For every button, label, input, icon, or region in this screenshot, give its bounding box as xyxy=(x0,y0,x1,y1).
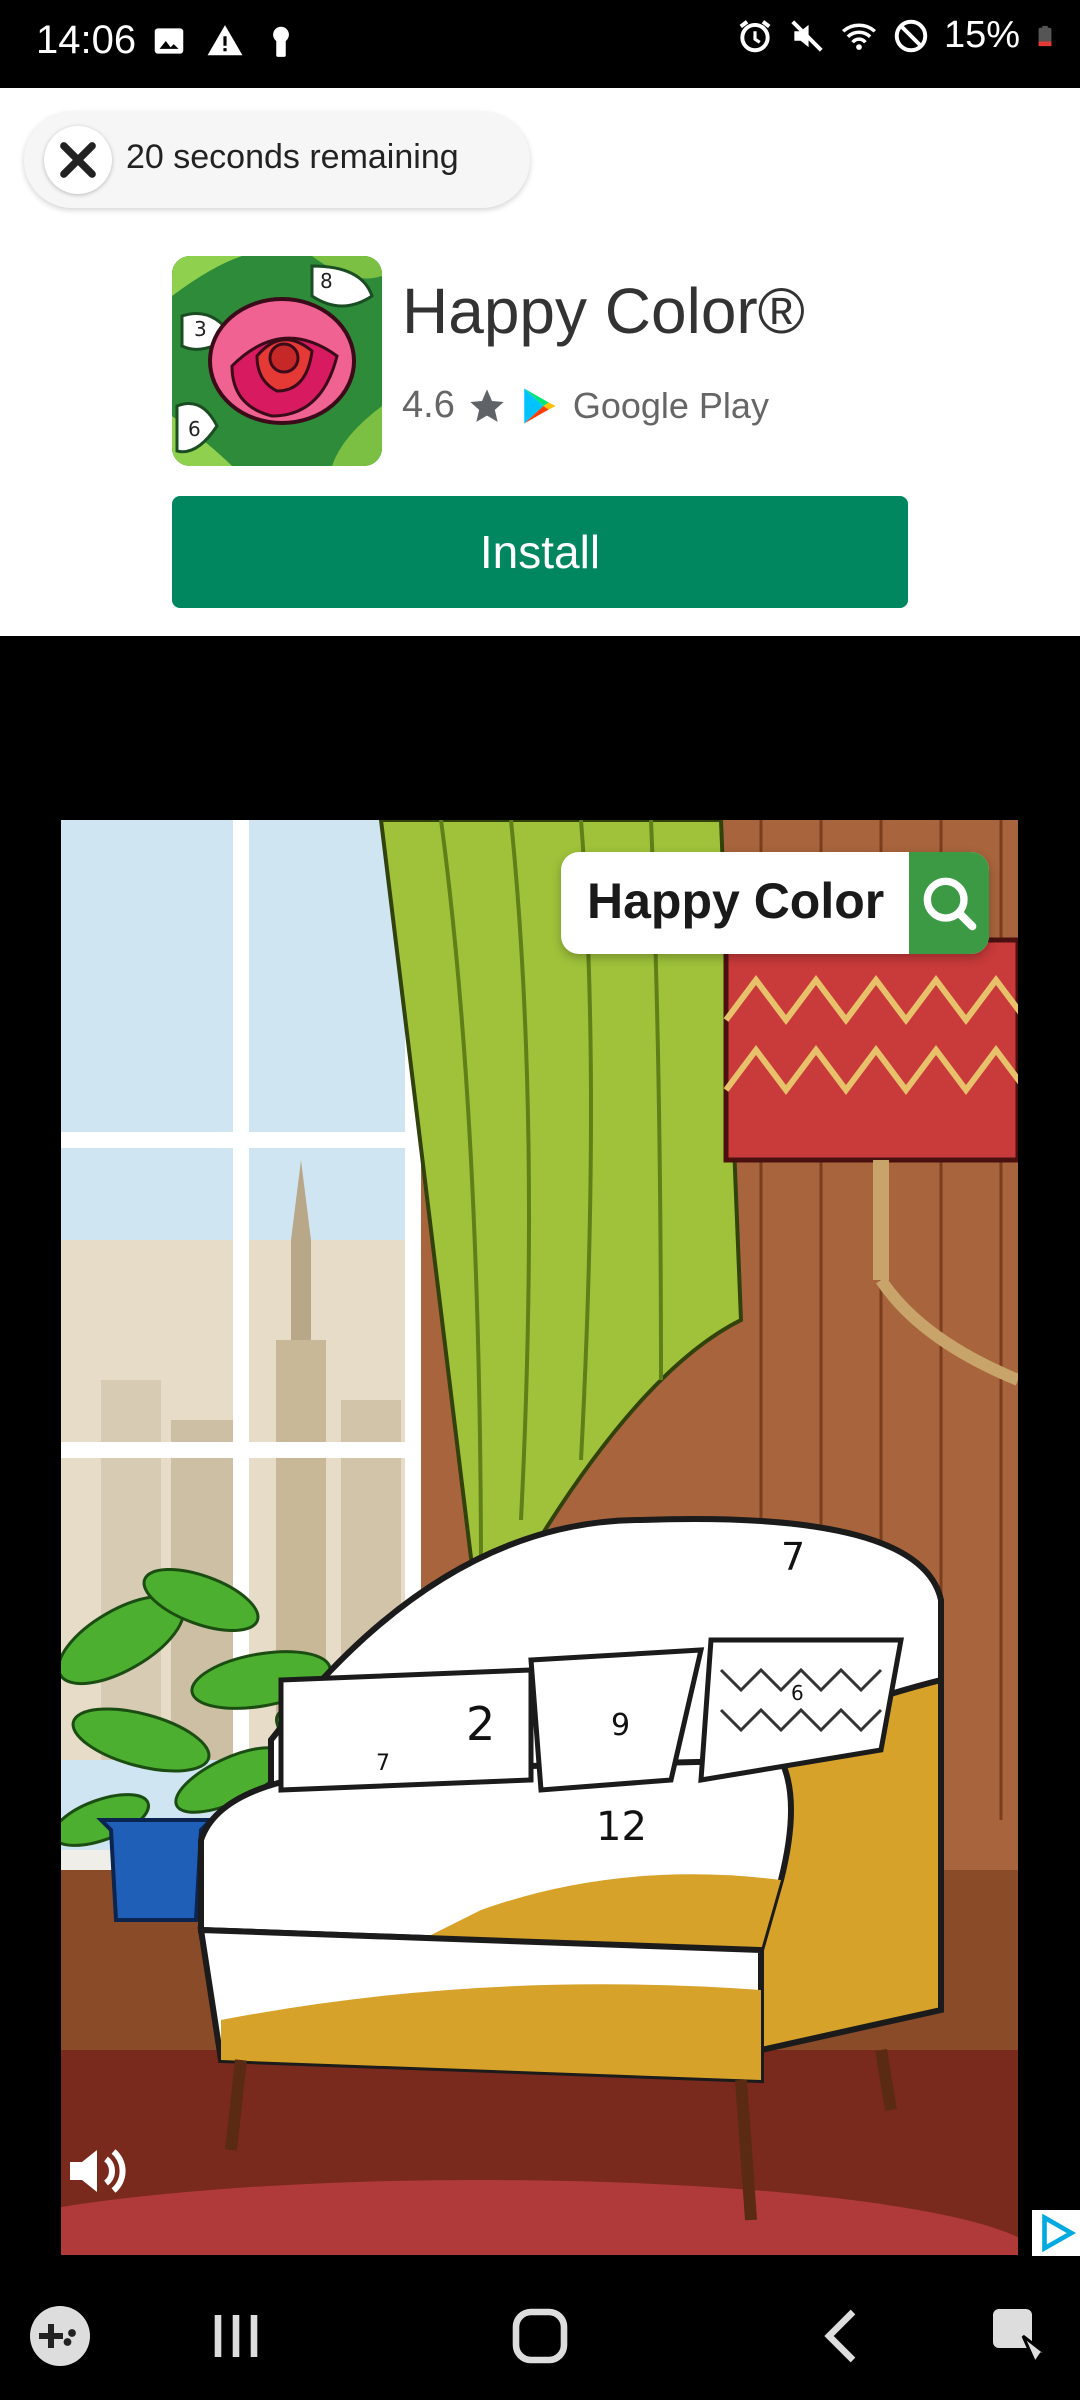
search-text: Happy Color xyxy=(587,873,885,929)
status-system-icons: 15% xyxy=(736,14,1056,57)
search-icon xyxy=(923,877,977,931)
battery-icon xyxy=(1038,25,1052,46)
paint-number: 7 xyxy=(781,1535,805,1579)
paint-number: 2 xyxy=(466,1697,495,1751)
install-button[interactable]: Install xyxy=(172,496,908,608)
do-not-disturb-icon xyxy=(894,19,928,52)
recent-apps-button[interactable] xyxy=(200,2300,272,2372)
status-time: 14:06 xyxy=(36,18,137,62)
ad-header: 20 seconds remaining 8 3 6 Happy Color® … xyxy=(0,88,1080,636)
recent-apps-icon xyxy=(214,2315,258,2357)
paint-number: 7 xyxy=(376,1751,390,1776)
status-bar: 14:06 15% xyxy=(0,0,1080,88)
image-icon xyxy=(154,28,184,54)
accessibility-icon xyxy=(993,2309,1051,2367)
rose-icon: 8 3 6 xyxy=(172,256,382,466)
search-box: Happy Color xyxy=(561,852,989,954)
wifi-icon xyxy=(841,23,876,50)
navigation-bar xyxy=(0,2270,1080,2400)
svg-text:6: 6 xyxy=(188,417,201,441)
game-launcher-button[interactable] xyxy=(24,2300,96,2372)
app-title: Happy Color® xyxy=(402,275,805,347)
battery-percent: 15% xyxy=(943,14,1020,56)
search-button xyxy=(909,852,989,954)
app-meta: 4.6 Google Play xyxy=(402,384,769,427)
paint-number: 6 xyxy=(791,1681,804,1705)
google-play-icon xyxy=(524,388,556,423)
adchoices-icon xyxy=(1042,2213,1076,2253)
svg-text:3: 3 xyxy=(194,317,207,341)
living-room-illustration: 7 2 9 6 7 12 xyxy=(61,820,1018,2255)
countdown-text: 20 seconds remaining xyxy=(126,138,459,176)
star-icon xyxy=(470,388,504,422)
back-button[interactable] xyxy=(808,2300,880,2372)
speaker-icon xyxy=(70,2149,126,2193)
close-icon xyxy=(60,142,96,178)
store-name: Google Play xyxy=(572,384,769,426)
home-button[interactable] xyxy=(504,2300,576,2372)
paint-number: 12 xyxy=(596,1804,647,1850)
back-icon xyxy=(824,2309,856,2363)
app-icon[interactable]: 8 3 6 xyxy=(172,256,382,466)
close-ad-button[interactable] xyxy=(44,126,112,194)
countdown-pill: 20 seconds remaining xyxy=(24,112,530,208)
keyhole-icon xyxy=(273,26,289,57)
adchoices-button[interactable] xyxy=(1032,2210,1080,2256)
sound-toggle-button[interactable] xyxy=(61,2135,133,2207)
svg-text:8: 8 xyxy=(320,269,333,293)
accessibility-button[interactable] xyxy=(984,2300,1056,2372)
warning-icon xyxy=(207,25,243,56)
home-icon xyxy=(512,2308,568,2364)
gamepad-icon xyxy=(30,2306,90,2366)
ad-creative[interactable]: 7 2 9 6 7 12 Happy Color xyxy=(61,820,1018,2255)
alarm-icon xyxy=(739,19,771,52)
paint-number: 9 xyxy=(611,1708,630,1743)
status-notification-icons xyxy=(150,22,300,60)
rating-value: 4.6 xyxy=(402,384,455,426)
mute-icon xyxy=(791,19,823,52)
